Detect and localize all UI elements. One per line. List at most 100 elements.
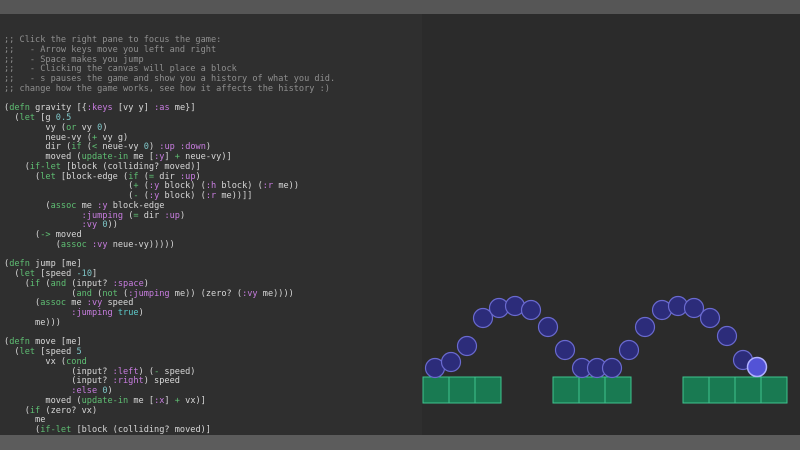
history-ball xyxy=(520,299,542,321)
player-ball xyxy=(746,356,768,378)
code-token: ) xyxy=(138,308,144,318)
code-token: let xyxy=(19,347,36,357)
code-token: ) xyxy=(107,386,113,396)
block xyxy=(708,376,736,404)
code-token: )) xyxy=(107,220,118,231)
history-trail xyxy=(424,295,768,379)
code-token: me xyxy=(76,200,98,211)
code-token: :jumping xyxy=(81,210,124,221)
code-token: [block (colliding? moved)] xyxy=(71,425,211,435)
code-token: move [me] xyxy=(29,337,82,348)
code-token: ) ( xyxy=(138,366,155,377)
code-token: :r xyxy=(205,191,217,201)
code-token: :vy xyxy=(91,239,108,250)
block xyxy=(474,376,502,404)
code-token: ] xyxy=(92,269,98,279)
block xyxy=(604,376,632,404)
code-token: ) xyxy=(148,142,160,153)
code-token: me [ xyxy=(128,152,155,162)
code-token: assoc xyxy=(50,200,77,211)
code-token: let xyxy=(19,269,36,279)
bottom-bar xyxy=(0,435,800,450)
code-token: ) speed xyxy=(143,376,180,387)
code-token: ( xyxy=(4,425,41,435)
code-token: ;; - s pauses the game and show you a hi… xyxy=(4,74,336,84)
code-token: me)))) xyxy=(257,288,294,299)
code-token: ( xyxy=(4,230,41,240)
code-token: defn xyxy=(9,259,30,270)
code-token: moved ( xyxy=(4,152,82,162)
block xyxy=(552,376,580,404)
history-ball xyxy=(716,325,738,347)
code-token: ( xyxy=(4,269,20,279)
code-text[interactable]: ;; Click the right pane to focus the gam… xyxy=(0,14,422,435)
code-token: ] xyxy=(164,152,175,162)
code-token: dir xyxy=(138,210,165,221)
code-token: :up xyxy=(164,210,180,221)
block xyxy=(578,376,606,404)
code-token: ( xyxy=(40,278,51,289)
code-token: if xyxy=(29,405,41,416)
history-ball xyxy=(618,339,640,361)
blocks-layer xyxy=(422,376,788,404)
code-token: ( xyxy=(4,405,30,416)
code-token: ) xyxy=(102,122,108,133)
code-line: :jumping true) xyxy=(4,308,422,319)
history-ball xyxy=(554,339,576,361)
code-token: ;; - Clicking the canvas will place a bl… xyxy=(4,64,237,75)
code-token: ] xyxy=(164,395,175,406)
code-token: gravity [{ xyxy=(29,103,87,114)
code-token: :as xyxy=(154,103,170,114)
code-token: and xyxy=(50,278,67,289)
code-token: neue-vy))))) xyxy=(107,239,175,250)
code-token: ( xyxy=(4,298,41,309)
code-line: (if-let [block (colliding? moved)] xyxy=(4,425,422,435)
code-token: (zero? vx) xyxy=(40,405,98,416)
code-token: ( xyxy=(4,171,41,182)
code-token: me)) (zero? ( xyxy=(169,288,243,299)
code-token: if xyxy=(128,171,139,182)
code-line: me))) xyxy=(4,318,422,329)
code-token: ( xyxy=(4,191,134,201)
code-token: assoc xyxy=(40,298,67,309)
code-token: [vy y] xyxy=(112,103,155,114)
game-scene[interactable] xyxy=(422,14,800,435)
game-canvas[interactable] xyxy=(422,14,800,435)
code-token: true xyxy=(117,308,139,318)
code-token: ;; change how the game works, see how it… xyxy=(4,83,330,94)
code-token: [speed xyxy=(35,347,77,357)
code-token: ) xyxy=(143,278,149,289)
code-token: ) xyxy=(179,210,186,221)
code-token: if xyxy=(71,142,82,153)
code-line: (if (zero? vx) xyxy=(4,405,422,417)
code-token: if-let xyxy=(40,425,72,435)
code-token: ( xyxy=(4,161,30,172)
code-token: (input? xyxy=(66,278,113,289)
code-token: :x xyxy=(154,395,165,406)
code-token: ) xyxy=(195,171,201,182)
code-token: :right xyxy=(112,376,144,387)
code-token: block-edge xyxy=(107,200,165,211)
code-token: ( xyxy=(123,210,134,221)
code-token: neue-vy xyxy=(97,142,144,153)
code-token: :down xyxy=(180,142,206,153)
code-token: (input? xyxy=(4,366,113,377)
history-ball xyxy=(537,316,559,338)
code-token: me)) xyxy=(273,181,300,192)
code-token: if xyxy=(29,278,41,289)
block xyxy=(734,376,762,404)
code-token: :r xyxy=(262,181,274,192)
code-token: ( xyxy=(4,347,20,357)
code-token: update-in xyxy=(81,395,129,406)
code-token: me))]] xyxy=(216,191,253,201)
code-token: ( xyxy=(4,288,77,299)
code-token: [g xyxy=(35,113,56,123)
code-token: dir ( xyxy=(4,142,72,153)
code-editor[interactable]: ;; Click the right pane to focus the gam… xyxy=(0,14,422,435)
code-token: vx ( xyxy=(4,356,67,367)
code-token: -10 xyxy=(76,269,92,279)
code-token: :y xyxy=(148,181,160,192)
